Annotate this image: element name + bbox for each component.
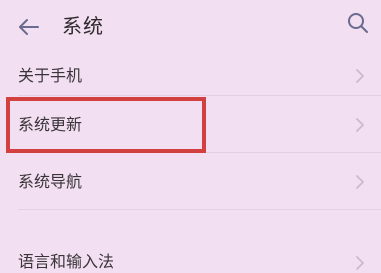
back-button[interactable]	[14, 12, 44, 42]
settings-item-about-phone[interactable]: 关于手机	[0, 56, 381, 96]
settings-item-system-navigation[interactable]: 系统导航	[0, 153, 381, 210]
search-icon	[348, 13, 368, 33]
page-title: 系统	[62, 14, 104, 38]
chevron-right-icon	[356, 174, 364, 189]
settings-item-language-input[interactable]: 语言和输入法	[0, 210, 381, 271]
settings-list: 关于手机 系统更新 系统导航 语言和输入法	[0, 56, 381, 271]
settings-item-label: 系统导航	[18, 171, 83, 191]
settings-item-label: 语言和输入法	[18, 252, 115, 271]
header-bar: 系统	[0, 0, 381, 56]
settings-item-system-update[interactable]: 系统更新	[0, 96, 381, 153]
settings-item-label: 系统更新	[18, 114, 83, 134]
settings-item-label: 关于手机	[18, 66, 83, 85]
search-button[interactable]	[345, 10, 371, 36]
chevron-right-icon	[356, 256, 364, 270]
chevron-right-icon	[356, 117, 364, 132]
arrow-left-icon	[19, 19, 39, 35]
chevron-right-icon	[356, 69, 364, 83]
